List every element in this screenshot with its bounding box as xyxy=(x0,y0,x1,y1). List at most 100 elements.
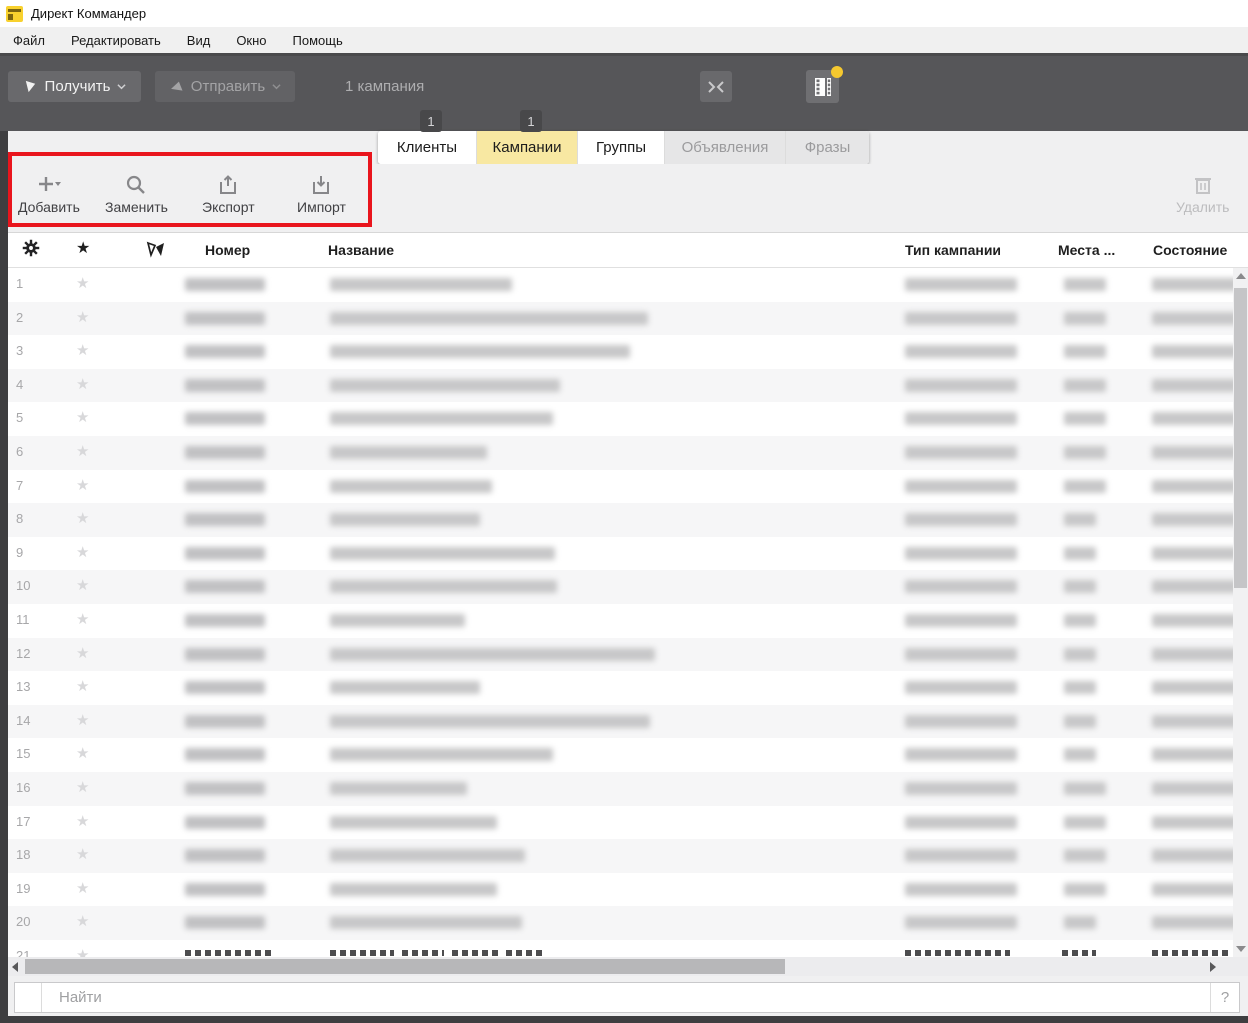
redacted-places xyxy=(1064,345,1106,358)
row-number: 18 xyxy=(16,847,30,862)
table-row[interactable]: 9★ xyxy=(8,537,1248,571)
star-icon[interactable]: ★ xyxy=(76,644,89,662)
redacted-places xyxy=(1064,379,1106,392)
table-row[interactable]: 2★ xyxy=(8,302,1248,336)
action-toolbar: Добавить Заменить Экспорт Импорт Удалить xyxy=(8,164,1248,232)
tab-кампании[interactable]: Кампании xyxy=(477,131,578,164)
plus-dropdown-button[interactable]: Добавить xyxy=(18,172,80,215)
row-number: 2 xyxy=(16,310,23,325)
tab-клиенты[interactable]: Клиенты xyxy=(378,131,477,164)
menu-item-1[interactable]: Редактировать xyxy=(58,27,174,53)
scroll-left-arrow[interactable] xyxy=(8,957,22,976)
redacted-campaign-type xyxy=(905,278,1017,291)
star-icon[interactable]: ★ xyxy=(76,274,89,292)
table-row[interactable]: 15★ xyxy=(8,738,1248,772)
redacted-campaign-type xyxy=(905,412,1017,425)
export-button[interactable]: Экспорт xyxy=(202,172,255,215)
get-button[interactable]: Получить xyxy=(8,71,141,102)
get-button-label: Получить xyxy=(45,78,111,95)
vertical-scrollbar[interactable] xyxy=(1233,268,1248,957)
star-icon[interactable]: ★ xyxy=(76,442,89,460)
redacted-campaign-type xyxy=(905,345,1017,358)
star-icon[interactable]: ★ xyxy=(76,812,89,830)
tab-объявления[interactable]: Объявления xyxy=(665,131,786,164)
table-row[interactable]: 16★ xyxy=(8,772,1248,806)
menu-item-4[interactable]: Помощь xyxy=(280,27,356,53)
star-icon[interactable]: ★ xyxy=(76,408,89,426)
redacted-state xyxy=(1152,446,1238,459)
table-row[interactable]: 7★ xyxy=(8,470,1248,504)
redacted-state xyxy=(1152,580,1238,593)
star-icon[interactable]: ★ xyxy=(76,543,89,561)
table-row[interactable]: 12★ xyxy=(8,638,1248,672)
horizontal-scrollbar-thumb[interactable] xyxy=(25,959,785,974)
star-icon[interactable]: ★ xyxy=(76,576,89,594)
vertical-scrollbar-thumb[interactable] xyxy=(1234,288,1247,588)
star-icon[interactable]: ★ xyxy=(76,879,89,897)
table-row[interactable]: 8★ xyxy=(8,503,1248,537)
delete-button[interactable]: Удалить xyxy=(1176,172,1229,215)
redacted-number xyxy=(185,345,265,358)
table-row[interactable]: 17★ xyxy=(8,806,1248,840)
tab-фразы[interactable]: Фразы xyxy=(786,131,869,164)
star-icon[interactable]: ★ xyxy=(76,711,89,729)
table-row[interactable]: 14★ xyxy=(8,705,1248,739)
table-row[interactable]: 19★ xyxy=(8,873,1248,907)
col-header-campaign-type[interactable]: Тип кампании xyxy=(905,242,1001,258)
scroll-right-arrow[interactable] xyxy=(1206,957,1220,976)
search-help-button[interactable]: ? xyxy=(1210,983,1239,1012)
action-label: Импорт xyxy=(297,199,346,215)
menu-item-0[interactable]: Файл xyxy=(0,27,58,53)
chevron-down-icon xyxy=(117,82,126,91)
star-icon[interactable]: ★ xyxy=(76,610,89,628)
table-row[interactable]: 6★ xyxy=(8,436,1248,470)
redacted-number xyxy=(185,849,265,862)
col-header-places[interactable]: Места ... xyxy=(1058,242,1115,258)
scroll-up-arrow[interactable] xyxy=(1233,268,1248,284)
redacted-number xyxy=(185,715,265,728)
table-row[interactable]: 13★ xyxy=(8,671,1248,705)
tab-группы[interactable]: Группы xyxy=(578,131,665,164)
table-row[interactable]: 21★ xyxy=(8,940,1248,958)
star-icon[interactable]: ★ xyxy=(76,509,89,527)
star-icon[interactable]: ★ xyxy=(76,677,89,695)
redacted-places xyxy=(1064,312,1106,325)
send-button[interactable]: Отправить xyxy=(155,71,295,102)
sync-status-icon[interactable] xyxy=(146,241,166,263)
table-row[interactable]: 10★ xyxy=(8,570,1248,604)
table-row[interactable]: 5★ xyxy=(8,402,1248,436)
col-header-number[interactable]: Номер xyxy=(205,242,250,258)
table-row[interactable]: 1★ xyxy=(8,268,1248,302)
horizontal-scrollbar[interactable] xyxy=(8,957,1248,976)
table-row[interactable]: 18 ★ xyxy=(8,839,1248,873)
star-icon[interactable]: ★ xyxy=(76,240,90,258)
redacted-campaign-type xyxy=(905,849,1017,862)
row-number: 6 xyxy=(16,444,23,459)
star-icon[interactable]: ★ xyxy=(76,308,89,326)
inspector-panel-button[interactable] xyxy=(806,70,839,103)
table-row[interactable]: 11★ xyxy=(8,604,1248,638)
magnifier-button[interactable]: Заменить xyxy=(105,172,168,215)
gear-icon[interactable] xyxy=(22,239,40,262)
collapse-columns-button[interactable] xyxy=(700,71,732,102)
star-icon[interactable]: ★ xyxy=(76,476,89,494)
star-icon[interactable]: ★ xyxy=(76,912,89,930)
menu-item-2[interactable]: Вид xyxy=(174,27,224,53)
scroll-down-arrow[interactable] xyxy=(1233,941,1248,957)
table-row[interactable]: 20★ xyxy=(8,906,1248,940)
row-number: 8 xyxy=(16,511,23,526)
menu-item-3[interactable]: Окно xyxy=(223,27,279,53)
import-button[interactable]: Импорт xyxy=(297,172,346,215)
row-number: 3 xyxy=(16,343,23,358)
table-row[interactable]: 4★ xyxy=(8,369,1248,403)
col-header-name[interactable]: Название xyxy=(328,242,394,258)
star-icon[interactable]: ★ xyxy=(76,375,89,393)
table-row[interactable]: 3★ xyxy=(8,335,1248,369)
star-icon[interactable]: ★ xyxy=(76,778,89,796)
star-icon[interactable]: ★ xyxy=(76,341,89,359)
star-icon[interactable]: ★ xyxy=(76,744,89,762)
col-header-state[interactable]: Состояние xyxy=(1153,242,1227,258)
star-icon[interactable]: ★ xyxy=(76,845,89,863)
search-scope-cell[interactable] xyxy=(15,983,42,1012)
search-input[interactable] xyxy=(42,983,1210,1012)
